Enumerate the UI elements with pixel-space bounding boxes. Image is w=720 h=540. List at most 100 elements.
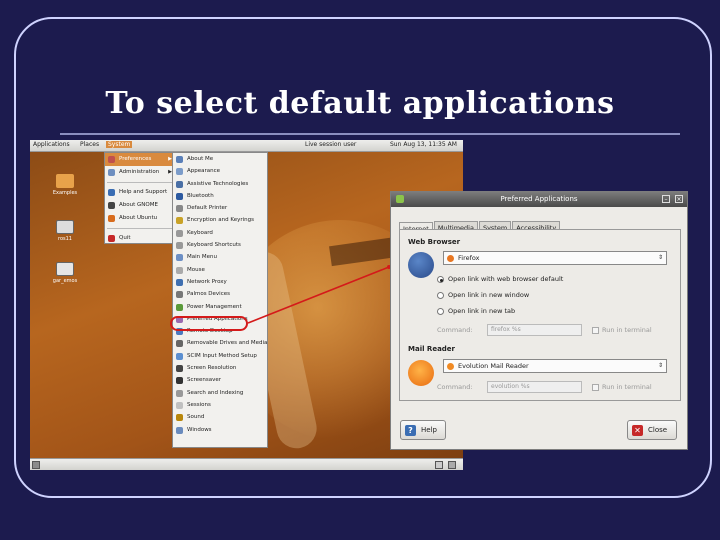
pref-item[interactable]: SCIM Input Method Setup xyxy=(173,350,267,362)
preferred-applications-dialog: Preferred Applications – × InternetMulti… xyxy=(390,191,688,450)
menu-item-administration[interactable]: Administration ▶ xyxy=(105,166,175,179)
menu-item-preferences[interactable]: Preferences ▶ xyxy=(105,153,175,166)
radio-button xyxy=(437,276,444,283)
accessibility-icon xyxy=(176,180,183,188)
drive-icon xyxy=(56,220,74,234)
workspace-icon[interactable] xyxy=(435,461,443,469)
about-me-icon xyxy=(176,156,183,163)
pref-item[interactable]: Removable Drives and Media xyxy=(173,337,267,349)
places-menu[interactable]: Places xyxy=(80,141,99,148)
bottom-panel xyxy=(30,458,463,470)
menu-separator xyxy=(107,225,173,229)
mail-reader-select[interactable]: Evolution Mail Reader ⇕ xyxy=(443,359,667,373)
menu-item-about-ubuntu[interactable]: About Ubuntu xyxy=(105,212,175,225)
pref-item[interactable]: Power Management xyxy=(173,301,267,313)
show-desktop-icon[interactable] xyxy=(32,461,40,469)
minimize-icon[interactable]: – xyxy=(662,195,670,203)
highlight-ring xyxy=(170,316,248,331)
pref-item[interactable]: Bluetooth xyxy=(173,190,267,202)
pref-item[interactable]: Encryption and Keyrings xyxy=(173,214,267,226)
web-run-in-terminal-checkbox[interactable]: Run in terminal xyxy=(592,326,652,334)
radio-button xyxy=(437,308,444,315)
pref-item[interactable]: Appearance xyxy=(173,165,267,177)
system-menu-list: Preferences ▶ Administration ▶ Help and Su… xyxy=(104,152,176,244)
pref-item[interactable]: Network Proxy xyxy=(173,276,267,288)
desktop-icon-gar-emos[interactable]: gar_emos xyxy=(45,262,85,284)
menu-separator xyxy=(107,179,173,183)
preferences-submenu: About Me Appearance Assistive Technologi… xyxy=(172,152,268,448)
pref-item[interactable]: Screen Resolution xyxy=(173,362,267,374)
mail-run-in-terminal-checkbox[interactable]: Run in terminal xyxy=(592,383,652,391)
web-command-label: Command: xyxy=(437,326,473,334)
pref-item[interactable]: Default Printer xyxy=(173,202,267,214)
pref-item[interactable]: Screensaver xyxy=(173,374,267,386)
search-icon xyxy=(176,389,183,397)
web-browser-select[interactable]: Firefox ⇕ xyxy=(443,251,667,265)
pref-item[interactable]: Keyboard xyxy=(173,227,267,239)
internet-panel: Web Browser Firefox ⇕ Open link with web… xyxy=(399,229,681,401)
open-default-radio[interactable]: Open link with web browser default xyxy=(437,275,563,283)
help-icon xyxy=(108,189,115,196)
bluetooth-icon xyxy=(176,192,183,200)
pref-item[interactable]: Mouse xyxy=(173,264,267,276)
applications-menu[interactable]: Applications xyxy=(33,141,70,148)
pref-item[interactable]: Sound xyxy=(173,411,267,423)
menu-item-about-gnome[interactable]: About GNOME xyxy=(105,199,175,212)
removable-media-icon xyxy=(176,340,183,348)
menu-item-help-and-support[interactable]: Help and Support xyxy=(105,186,175,199)
pref-item[interactable]: Search and Indexing xyxy=(173,387,267,399)
gnome-foot-icon xyxy=(108,202,115,209)
slide-title: To select default applications xyxy=(105,86,615,121)
web-command-field[interactable]: firefox %s xyxy=(487,324,582,336)
web-browser-heading: Web Browser xyxy=(408,238,461,246)
dropdown-arrow-icon: ⇕ xyxy=(657,254,663,261)
top-panel: Applications Places System Live session … xyxy=(30,140,463,152)
mail-command-field[interactable]: evolution %s xyxy=(487,381,582,393)
desktop-icon-ros11[interactable]: ros11 xyxy=(45,220,85,242)
close-button[interactable]: ✕ Close xyxy=(627,420,677,440)
mail-reader-icon xyxy=(408,360,434,386)
drive-icon xyxy=(56,262,74,276)
firefox-icon xyxy=(447,255,454,262)
folder-icon xyxy=(56,174,74,188)
pref-item[interactable]: Sessions xyxy=(173,399,267,411)
administration-icon xyxy=(108,169,115,176)
mail-reader-heading: Mail Reader xyxy=(408,345,455,353)
session-user: Live session user xyxy=(305,141,357,148)
checkbox xyxy=(592,327,599,334)
keyboard-icon xyxy=(176,229,183,237)
mouse-icon xyxy=(176,266,183,274)
open-new-window-radio[interactable]: Open link in new window xyxy=(437,291,529,299)
pref-item[interactable]: Assistive Technologies xyxy=(173,178,267,190)
palm-device-icon xyxy=(176,291,183,299)
printer-icon xyxy=(176,205,183,213)
screensaver-icon xyxy=(176,377,183,385)
pref-item[interactable]: Keyboard Shortcuts xyxy=(173,239,267,251)
close-icon: ✕ xyxy=(632,425,643,436)
open-new-tab-radio[interactable]: Open link in new tab xyxy=(437,307,515,315)
workspace-icon[interactable] xyxy=(448,461,456,469)
preferences-icon xyxy=(108,156,115,163)
pref-item[interactable]: Main Menu xyxy=(173,251,267,263)
close-icon[interactable]: × xyxy=(675,195,683,203)
web-browser-icon xyxy=(408,252,434,278)
appearance-icon xyxy=(176,168,183,176)
power-icon xyxy=(176,303,183,311)
help-button[interactable]: ? Help xyxy=(400,420,446,440)
mail-command-label: Command: xyxy=(437,383,473,391)
pref-item[interactable]: Palmos Devices xyxy=(173,288,267,300)
input-method-icon xyxy=(176,352,183,360)
system-menu[interactable]: System xyxy=(106,141,133,148)
evolution-icon xyxy=(447,363,454,370)
screen-resolution-icon xyxy=(176,365,183,373)
quit-icon xyxy=(108,235,115,242)
ubuntu-logo-icon xyxy=(108,215,115,222)
menu-item-quit[interactable]: Quit xyxy=(105,232,175,245)
desktop-icon-examples[interactable]: Examples xyxy=(45,174,85,196)
dropdown-arrow-icon: ⇕ xyxy=(657,362,663,369)
app-icon xyxy=(396,195,404,203)
keyboard-shortcuts-icon xyxy=(176,242,183,250)
panel-clock: Sun Aug 13, 11:35 AM xyxy=(390,141,457,148)
pref-item[interactable]: About Me xyxy=(173,153,267,165)
pref-item[interactable]: Windows xyxy=(173,424,267,436)
